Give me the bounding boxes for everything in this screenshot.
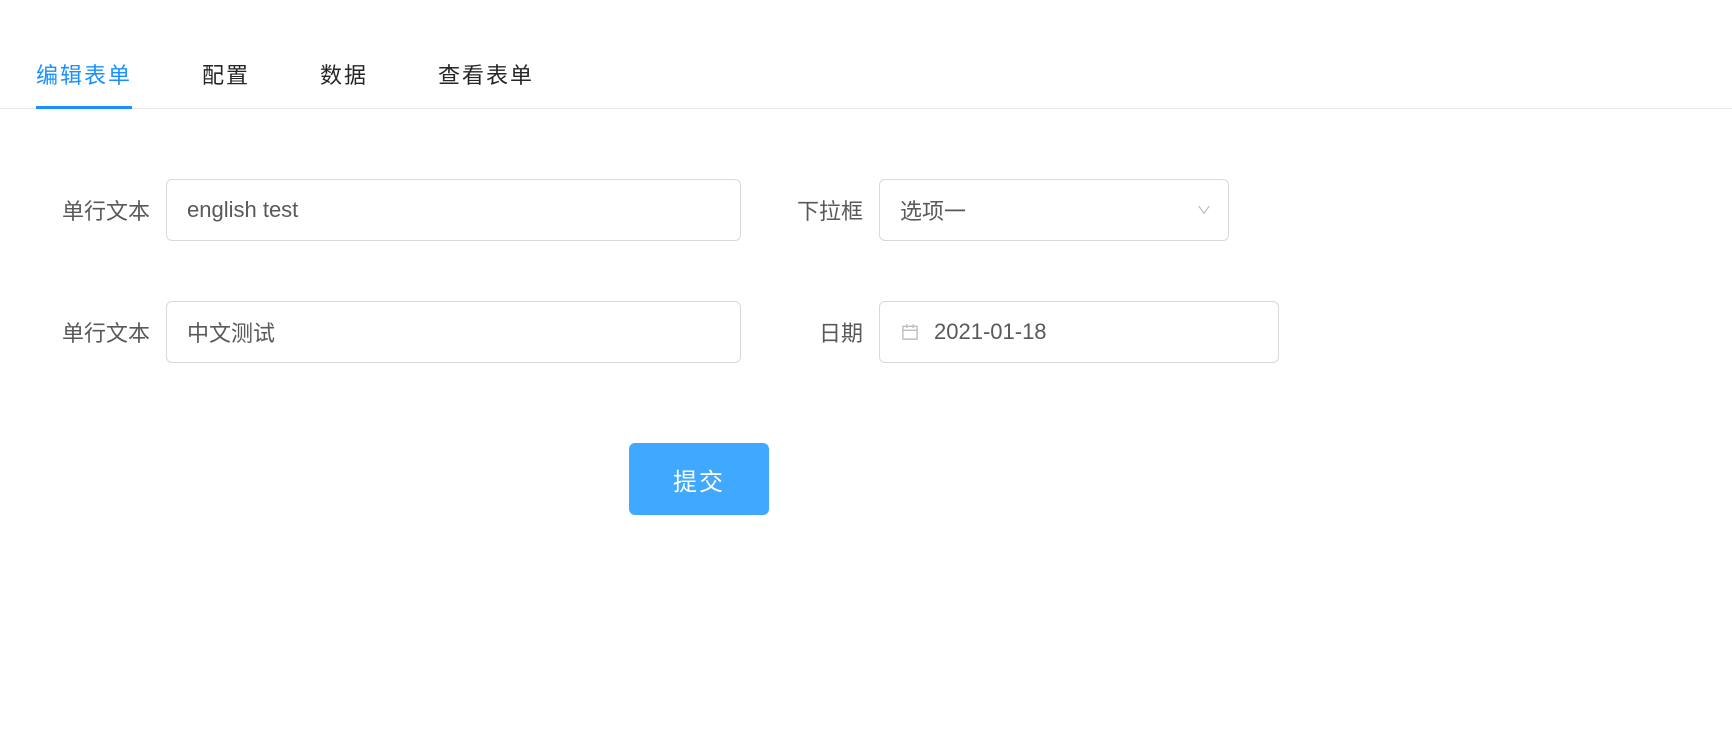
text2-input[interactable]	[166, 301, 741, 363]
chevron-down-icon	[1196, 202, 1212, 218]
form-item-date: 日期 2021-01-18	[789, 301, 1279, 363]
tab-data[interactable]: 数据	[320, 40, 368, 108]
form-item-text2: 单行文本	[36, 301, 741, 363]
date-picker[interactable]: 2021-01-18	[879, 301, 1279, 363]
submit-button[interactable]: 提交	[629, 443, 769, 515]
form-item-select: 下拉框 选项一	[789, 179, 1229, 241]
select-value: 选项一	[900, 194, 966, 226]
form-area: 单行文本 下拉框 选项一 单行文本	[0, 109, 1732, 515]
tabs-bar: 编辑表单 配置 数据 查看表单	[0, 40, 1732, 109]
text1-label: 单行文本	[36, 194, 166, 226]
text1-input[interactable]	[166, 179, 741, 241]
select-dropdown[interactable]: 选项一	[879, 179, 1229, 241]
submit-row: 提交	[36, 443, 1362, 515]
tab-edit-form[interactable]: 编辑表单	[36, 40, 132, 108]
tab-view-form[interactable]: 查看表单	[438, 40, 534, 108]
date-value: 2021-01-18	[934, 319, 1047, 345]
tab-config[interactable]: 配置	[202, 40, 250, 108]
calendar-icon	[900, 322, 920, 342]
form-row-2: 单行文本 日期 2021-01-18	[36, 301, 1696, 363]
text2-label: 单行文本	[36, 316, 166, 348]
form-row-1: 单行文本 下拉框 选项一	[36, 179, 1696, 241]
form-item-text1: 单行文本	[36, 179, 741, 241]
date-label: 日期	[789, 316, 879, 348]
select-label: 下拉框	[789, 194, 879, 226]
